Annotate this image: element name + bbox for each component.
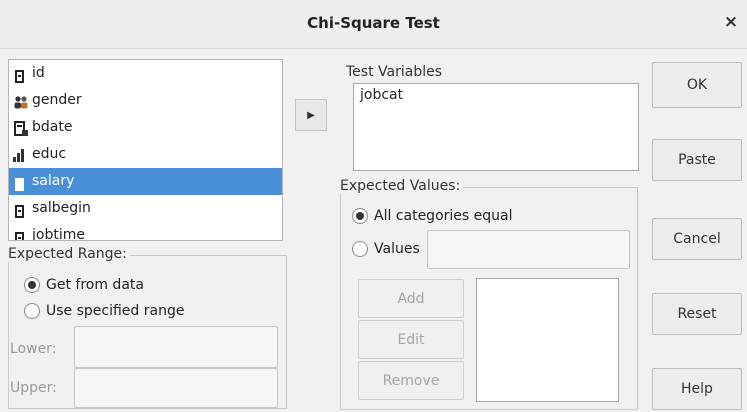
title-bar: Chi-Square Test ×: [0, 0, 747, 49]
move-variable-button[interactable]: ▶: [295, 99, 327, 131]
expected-range-label: Expected Range:: [8, 246, 130, 262]
test-variables-list[interactable]: jobcat: [353, 83, 639, 171]
expected-values-list[interactable]: [476, 278, 619, 402]
ordinal-icon: [13, 148, 28, 162]
list-item-jobcat[interactable]: jobcat: [360, 87, 632, 103]
use-specified-range-radio[interactable]: Use specified range: [24, 303, 184, 319]
list-item-salbegin[interactable]: salbegin: [9, 195, 282, 222]
arrow-right-icon: ▶: [307, 109, 315, 121]
variable-label: educ: [32, 146, 67, 162]
help-button[interactable]: Help: [652, 368, 742, 410]
upper-field[interactable]: [74, 368, 278, 408]
use-specified-range-label: Use specified range: [46, 303, 185, 319]
radio-indicator[interactable]: [352, 208, 368, 224]
variable-label: bdate: [32, 119, 73, 135]
paste-button[interactable]: Paste: [652, 139, 742, 181]
add-button[interactable]: Add: [358, 279, 464, 318]
variable-label: id: [32, 65, 45, 81]
close-button[interactable]: ×: [719, 12, 743, 34]
ok-button[interactable]: OK: [652, 62, 742, 108]
values-radio[interactable]: Values: [352, 241, 420, 257]
remove-button[interactable]: Remove: [358, 361, 464, 400]
reset-button[interactable]: Reset: [652, 293, 742, 335]
variable-label: gender: [32, 92, 82, 108]
get-from-data-radio[interactable]: Get from data: [24, 277, 144, 293]
expected-values-label: Expected Values:: [340, 178, 464, 194]
radio-indicator[interactable]: [24, 303, 40, 319]
edit-button[interactable]: Edit: [358, 320, 464, 359]
variable-label: salary: [32, 173, 75, 189]
list-item-id[interactable]: id: [9, 60, 282, 87]
test-variables-label: Test Variables: [346, 64, 442, 80]
lower-label: Lower:: [10, 341, 57, 357]
scale-icon: [13, 201, 28, 218]
nominal-icon: [13, 93, 28, 109]
list-item-educ[interactable]: educ: [9, 141, 282, 168]
date-icon: [13, 120, 28, 136]
scale-icon: [13, 228, 28, 240]
values-label: Values: [374, 241, 420, 257]
values-input[interactable]: [427, 230, 630, 269]
radio-indicator[interactable]: [352, 241, 368, 257]
list-item-gender[interactable]: gender: [9, 87, 282, 114]
list-item-bdate[interactable]: bdate: [9, 114, 282, 141]
scale-icon: [13, 174, 28, 191]
variable-label: jobtime: [32, 227, 85, 241]
dialog-title: Chi-Square Test: [307, 14, 440, 32]
variable-label: salbegin: [32, 200, 91, 216]
scale-icon: [13, 66, 28, 83]
list-item-salary[interactable]: salary: [9, 168, 282, 195]
variable-list[interactable]: id gender bdate educ salary salbegin job…: [8, 59, 283, 241]
list-item-jobtime[interactable]: jobtime: [9, 222, 282, 241]
all-categories-equal-radio[interactable]: All categories equal: [352, 208, 512, 224]
radio-indicator[interactable]: [24, 277, 40, 293]
get-from-data-label: Get from data: [46, 277, 144, 293]
cancel-button[interactable]: Cancel: [652, 218, 742, 260]
upper-label: Upper:: [10, 380, 57, 396]
lower-field[interactable]: [74, 326, 278, 368]
all-categories-equal-label: All categories equal: [374, 208, 513, 224]
